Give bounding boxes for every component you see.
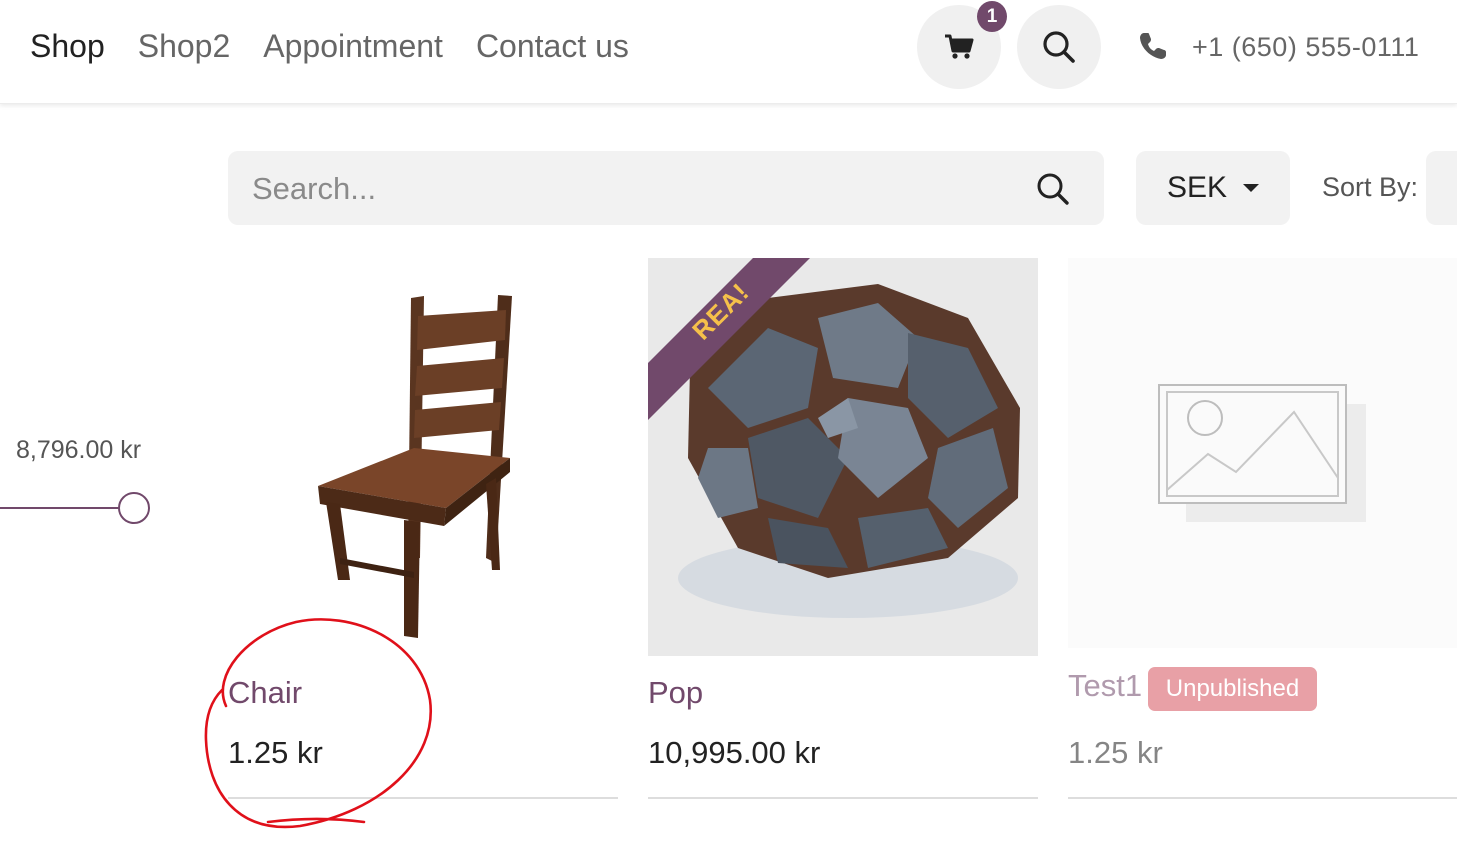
product-divider xyxy=(648,797,1038,799)
product-search-box[interactable] xyxy=(228,151,1104,225)
main-nav: Shop Shop2 Appointment Contact us xyxy=(30,28,629,65)
product-divider xyxy=(1068,797,1457,799)
phone-icon xyxy=(1140,33,1166,59)
product-image-chair[interactable] xyxy=(228,258,618,656)
cart-count-badge: 1 xyxy=(977,1,1007,32)
price-filter-max-value: 8,796.00 kr xyxy=(16,436,142,464)
sort-label: Sort By: xyxy=(1322,172,1419,202)
product-price-test1: 1.25 kr xyxy=(1068,735,1163,770)
nav-item-shop2[interactable]: Shop2 xyxy=(138,28,231,65)
product-image-pop[interactable]: REA! xyxy=(648,258,1038,656)
nav-item-appointment[interactable]: Appointment xyxy=(263,28,443,65)
chair-image xyxy=(318,295,512,638)
price-slider-handle[interactable] xyxy=(118,492,150,524)
nav-item-contact-us[interactable]: Contact us xyxy=(476,28,629,65)
unpublished-badge: Unpublished xyxy=(1148,667,1317,711)
header-search-button[interactable] xyxy=(1017,5,1101,89)
product-name-test1[interactable]: Test1 xyxy=(1068,668,1142,704)
currency-dropdown[interactable]: SEK xyxy=(1136,151,1290,225)
search-icon[interactable] xyxy=(1036,172,1070,206)
product-name-pop[interactable]: Pop xyxy=(648,675,703,711)
search-input[interactable] xyxy=(252,169,1012,209)
sort-dropdown[interactable] xyxy=(1426,151,1457,225)
product-name-chair[interactable]: Chair xyxy=(228,675,302,711)
cart-icon xyxy=(945,34,974,59)
image-placeholder-icon xyxy=(1158,384,1366,522)
phone-number[interactable]: +1 (650) 555-0111 xyxy=(1192,32,1419,63)
search-icon xyxy=(1043,31,1075,63)
site-header: Shop Shop2 Appointment Contact us 1 +1 (… xyxy=(0,0,1457,104)
price-slider-track[interactable] xyxy=(0,507,120,509)
currency-value: SEK xyxy=(1166,171,1228,204)
product-image-test1[interactable] xyxy=(1068,258,1457,648)
product-price-pop: 10,995.00 kr xyxy=(648,735,821,770)
nav-item-shop[interactable]: Shop xyxy=(30,28,105,65)
product-divider xyxy=(228,797,618,799)
caret-down-icon xyxy=(1243,184,1260,192)
product-price-chair: 1.25 kr xyxy=(228,735,323,770)
